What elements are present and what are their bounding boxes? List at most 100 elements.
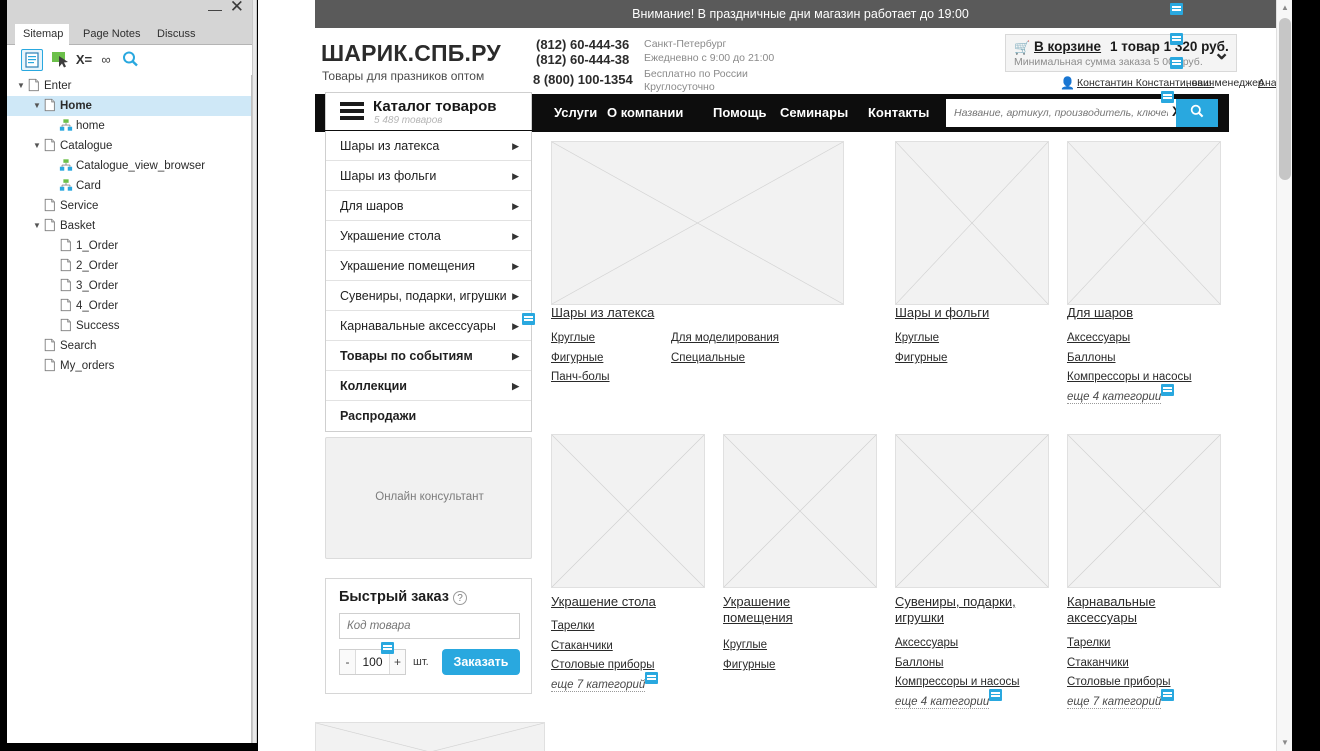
tile-title[interactable]: Шары и фольги xyxy=(895,305,1045,321)
tile-sub-link[interactable]: Тарелки xyxy=(1067,637,1110,649)
nav-item-contacts[interactable]: Контакты xyxy=(868,105,929,120)
catalog-menu-item[interactable]: Сувениры, подарки, игрушки ▶ xyxy=(326,281,531,311)
scrollbar-thumb[interactable] xyxy=(1279,18,1291,180)
catalog-menu-item[interactable]: Украшение стола ▶ xyxy=(326,221,531,251)
chevron-down-icon[interactable]: ⌄ xyxy=(1213,41,1230,65)
tile-sub-link[interactable]: Круглые xyxy=(723,639,767,651)
catalog-button[interactable]: Каталог товаров 5 489 товаров xyxy=(325,92,532,130)
tile-sub-link[interactable]: Столовые приборы xyxy=(551,659,654,671)
catalog-menu-item[interactable]: Шары из фольги ▶ xyxy=(326,161,531,191)
catalog-menu-item[interactable]: Коллекции ▶ xyxy=(326,371,531,401)
tile-sub-link[interactable]: Баллоны xyxy=(895,657,944,669)
tile-sub-link[interactable]: Фигурные xyxy=(551,352,603,364)
catalog-menu-item[interactable]: Украшение помещения ▶ xyxy=(326,251,531,281)
tile-title[interactable]: Для шаров xyxy=(1067,305,1217,321)
nav-item-services[interactable]: Услуги xyxy=(554,105,597,120)
tile-sub-link[interactable]: Для моделирования xyxy=(671,332,779,344)
tile-image-placeholder[interactable] xyxy=(723,434,877,588)
note-marker[interactable] xyxy=(1170,57,1183,69)
tile-title[interactable]: Карнавальные аксессуары xyxy=(1067,594,1207,626)
tile-sub-link[interactable]: Компрессоры и насосы xyxy=(895,676,1020,688)
tile-title[interactable]: Украшение стола xyxy=(551,594,701,610)
tile-sub-link[interactable]: Круглые xyxy=(551,332,595,344)
catalog-menu-item[interactable]: Распродажи xyxy=(326,401,531,431)
tree-item-3_order[interactable]: 3_Order xyxy=(7,276,251,296)
tree-item-my_orders[interactable]: My_orders xyxy=(7,356,251,376)
site-logo[interactable]: ШАРИК.СПБ.РУ xyxy=(321,40,501,67)
product-code-input[interactable] xyxy=(339,613,520,639)
nav-item-seminars[interactable]: Семинары xyxy=(780,105,848,120)
note-marker[interactable] xyxy=(645,672,658,684)
tile-title[interactable]: Сувениры, подарки, игрушки xyxy=(895,594,1043,626)
tile-more-link[interactable]: еще 4 категории xyxy=(895,696,990,709)
twisty-icon[interactable]: ▼ xyxy=(31,216,43,236)
tab-discuss[interactable]: Discuss xyxy=(149,24,204,45)
search-icon[interactable] xyxy=(119,49,141,71)
twisty-icon[interactable]: ▼ xyxy=(31,136,43,156)
tile-sub-link[interactable]: Столовые приборы xyxy=(1067,676,1170,688)
minimize-icon[interactable]: — xyxy=(208,2,222,16)
tile-more-link[interactable]: еще 7 категорий xyxy=(1067,696,1162,709)
nav-item-help[interactable]: Помощь xyxy=(713,105,766,120)
tile-sub-link[interactable]: Стаканчики xyxy=(551,640,613,652)
catalog-menu-item[interactable]: Товары по событиям ▶ xyxy=(326,341,531,371)
tile-sub-link[interactable]: Специальные xyxy=(671,352,745,364)
help-icon[interactable]: ? xyxy=(453,591,467,605)
catalog-menu-item[interactable]: Шары из латекса ▶ xyxy=(326,131,531,161)
phone-secondary[interactable]: (812) 60-444-38 xyxy=(536,52,629,67)
tree-item-enter[interactable]: ▼ Enter xyxy=(7,76,251,96)
note-marker[interactable] xyxy=(381,642,394,654)
phone-tollfree[interactable]: 8 (800) 100-1354 xyxy=(533,72,633,87)
twisty-icon[interactable]: ▼ xyxy=(15,76,27,96)
cursor-icon[interactable] xyxy=(49,49,71,71)
scroll-up-icon[interactable]: ▲ xyxy=(1277,0,1292,16)
tile-image-placeholder[interactable] xyxy=(895,141,1049,305)
note-marker[interactable] xyxy=(1170,33,1183,45)
tile-sub-link[interactable]: Круглые xyxy=(895,332,939,344)
tile-more-link[interactable]: еще 7 категорий xyxy=(551,679,646,692)
tree-item-success[interactable]: Success xyxy=(7,316,251,336)
vertical-scrollbar[interactable]: ▲ ▼ xyxy=(1276,0,1292,751)
search-input[interactable] xyxy=(946,99,1176,127)
tile-image-placeholder[interactable] xyxy=(1067,434,1221,588)
tree-item-catalogue[interactable]: ▼ Catalogue xyxy=(7,136,251,156)
tree-item-2_order[interactable]: 2_Order xyxy=(7,256,251,276)
order-button[interactable]: Заказать xyxy=(442,649,520,675)
tab-page-notes[interactable]: Page Notes xyxy=(75,24,148,45)
tile-more-link[interactable]: еще 4 категории xyxy=(1067,391,1162,404)
cart-widget[interactable]: 🛒 В корзине 1 товар 1 320 руб. Минимальн… xyxy=(1005,34,1237,72)
tile-sub-link[interactable]: Панч-болы xyxy=(551,371,610,383)
tile-title[interactable]: Шары из латекса xyxy=(551,305,831,321)
nav-item-about[interactable]: О компании xyxy=(607,105,683,120)
sitemap-tree[interactable]: ▼ Enter ▼ Home home ▼ Catalogue Catalogue_view_… xyxy=(7,76,251,742)
twisty-icon[interactable]: ▼ xyxy=(31,96,43,116)
note-marker[interactable] xyxy=(522,313,535,325)
close-icon[interactable]: ✕ xyxy=(230,0,244,15)
tile-sub-link[interactable]: Фигурные xyxy=(723,659,775,671)
tile-title[interactable]: Украшение помещения xyxy=(723,594,823,626)
tile-sub-link[interactable]: Аксессуары xyxy=(1067,332,1130,344)
note-marker[interactable] xyxy=(1161,384,1174,396)
note-marker[interactable] xyxy=(1170,3,1183,15)
tree-item-home[interactable]: home xyxy=(7,116,251,136)
note-marker[interactable] xyxy=(1161,91,1174,103)
tree-item-search[interactable]: Search xyxy=(7,336,251,356)
panel-resizer[interactable] xyxy=(252,0,257,743)
online-consultant-placeholder[interactable]: Онлайн консультант xyxy=(325,437,532,559)
tree-item-4_order[interactable]: 4_Order xyxy=(7,296,251,316)
tile-sub-link[interactable]: Стаканчики xyxy=(1067,657,1129,669)
scroll-down-icon[interactable]: ▼ xyxy=(1277,735,1292,751)
tile-sub-link[interactable]: Компрессоры и насосы xyxy=(1067,371,1192,383)
tree-item-catalogue_view_browser[interactable]: Catalogue_view_browser xyxy=(7,156,251,176)
cart-link[interactable]: В корзине xyxy=(1034,39,1101,54)
phone-primary[interactable]: (812) 60-444-36 xyxy=(536,37,629,52)
tab-sitemap[interactable]: Sitemap xyxy=(15,24,69,45)
tile-image-placeholder[interactable] xyxy=(1067,141,1221,305)
variables-icon[interactable]: X= xyxy=(73,49,95,71)
note-marker[interactable] xyxy=(1161,689,1174,701)
tile-sub-link[interactable]: Баллоны xyxy=(1067,352,1116,364)
tree-item-card[interactable]: Card xyxy=(7,176,251,196)
tile-image-placeholder[interactable] xyxy=(551,434,705,588)
page-icon[interactable] xyxy=(21,49,43,71)
tile-sub-link[interactable]: Аксессуары xyxy=(895,637,958,649)
